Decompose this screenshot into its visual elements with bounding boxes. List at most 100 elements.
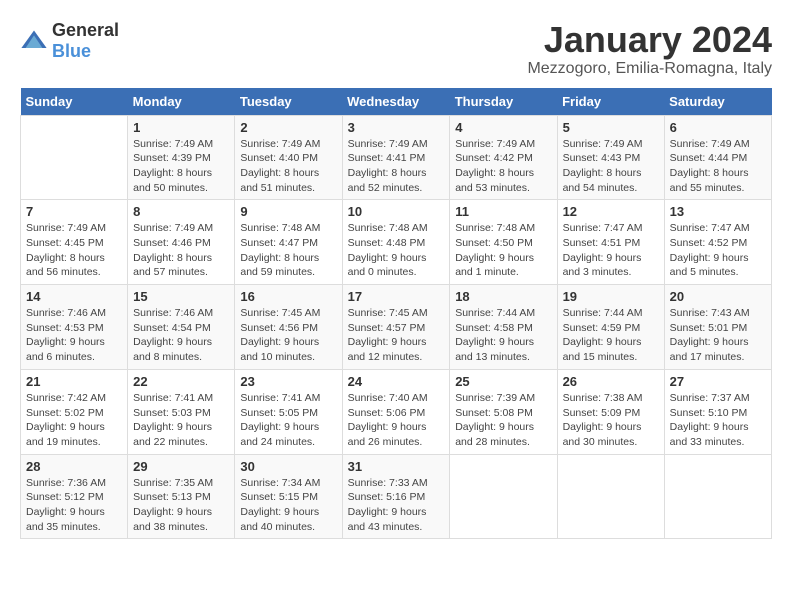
day-number: 5 [563,120,659,135]
day-info: Sunrise: 7:49 AMSunset: 4:42 PMDaylight:… [455,137,551,196]
day-cell: 12 Sunrise: 7:47 AMSunset: 4:51 PMDayligh… [557,200,664,285]
day-info: Sunrise: 7:41 AMSunset: 5:03 PMDaylight:… [133,391,229,450]
day-number: 27 [670,374,766,389]
day-info: Sunrise: 7:49 AMSunset: 4:40 PMDaylight:… [240,137,336,196]
day-info: Sunrise: 7:43 AMSunset: 5:01 PMDaylight:… [670,306,766,365]
day-number: 12 [563,204,659,219]
day-number: 17 [348,289,445,304]
day-info: Sunrise: 7:34 AMSunset: 5:15 PMDaylight:… [240,476,336,535]
day-cell: 13 Sunrise: 7:47 AMSunset: 4:52 PMDayligh… [664,200,771,285]
day-cell: 22 Sunrise: 7:41 AMSunset: 5:03 PMDayligh… [128,369,235,454]
day-cell: 2 Sunrise: 7:49 AMSunset: 4:40 PMDaylight… [235,115,342,200]
day-cell: 4 Sunrise: 7:49 AMSunset: 4:42 PMDaylight… [450,115,557,200]
day-cell: 15Sunrise: 7:46 AMSunset: 4:54 PMDayligh… [128,285,235,370]
day-info: Sunrise: 7:49 AMSunset: 4:45 PMDaylight:… [26,221,122,280]
day-cell: 8 Sunrise: 7:49 AMSunset: 4:46 PMDaylight… [128,200,235,285]
col-header-monday: Monday [128,88,235,116]
day-cell: 23 Sunrise: 7:41 AMSunset: 5:05 PMDayligh… [235,369,342,454]
day-cell: 21 Sunrise: 7:42 AMSunset: 5:02 PMDayligh… [21,369,128,454]
day-cell [557,454,664,539]
day-number: 20 [670,289,766,304]
day-number: 2 [240,120,336,135]
day-number: 6 [670,120,766,135]
day-number: 28 [26,459,122,474]
day-cell: 18Sunrise: 7:44 AMSunset: 4:58 PMDayligh… [450,285,557,370]
day-number: 26 [563,374,659,389]
day-cell [664,454,771,539]
day-info: Sunrise: 7:37 AMSunset: 5:10 PMDaylight:… [670,391,766,450]
day-cell: 5 Sunrise: 7:49 AMSunset: 4:43 PMDaylight… [557,115,664,200]
col-header-friday: Friday [557,88,664,116]
col-header-wednesday: Wednesday [342,88,450,116]
week-row-1: 1Sunrise: 7:49 AMSunset: 4:39 PMDaylight… [21,115,772,200]
day-cell: 6Sunrise: 7:49 AMSunset: 4:44 PMDaylight… [664,115,771,200]
logo: General Blue [20,20,119,62]
day-info: Sunrise: 7:44 AMSunset: 4:59 PMDaylight:… [563,306,659,365]
day-cell [21,115,128,200]
day-number: 19 [563,289,659,304]
day-info: Sunrise: 7:44 AMSunset: 4:58 PMDaylight:… [455,306,551,365]
week-row-4: 21 Sunrise: 7:42 AMSunset: 5:02 PMDayligh… [21,369,772,454]
day-number: 13 [670,204,766,219]
logo-blue-text: Blue [52,41,91,61]
day-cell: 11Sunrise: 7:48 AMSunset: 4:50 PMDayligh… [450,200,557,285]
day-number: 25 [455,374,551,389]
col-header-sunday: Sunday [21,88,128,116]
day-number: 22 [133,374,229,389]
day-cell: 29 Sunrise: 7:35 AMSunset: 5:13 PMDayligh… [128,454,235,539]
day-info: Sunrise: 7:33 AMSunset: 5:16 PMDaylight:… [348,476,445,535]
day-cell: 1Sunrise: 7:49 AMSunset: 4:39 PMDaylight… [128,115,235,200]
month-title: January 2024 [527,20,772,60]
col-header-saturday: Saturday [664,88,771,116]
col-header-tuesday: Tuesday [235,88,342,116]
day-info: Sunrise: 7:47 AMSunset: 4:51 PMDaylight:… [563,221,659,280]
day-info: Sunrise: 7:40 AMSunset: 5:06 PMDaylight:… [348,391,445,450]
day-info: Sunrise: 7:48 AMSunset: 4:48 PMDaylight:… [348,221,445,280]
day-info: Sunrise: 7:49 AMSunset: 4:39 PMDaylight:… [133,137,229,196]
day-info: Sunrise: 7:47 AMSunset: 4:52 PMDaylight:… [670,221,766,280]
calendar-table: SundayMondayTuesdayWednesdayThursdayFrid… [20,88,772,540]
day-info: Sunrise: 7:36 AMSunset: 5:12 PMDaylight:… [26,476,122,535]
day-number: 29 [133,459,229,474]
day-info: Sunrise: 7:39 AMSunset: 5:08 PMDaylight:… [455,391,551,450]
day-cell: 31 Sunrise: 7:33 AMSunset: 5:16 PMDayligh… [342,454,450,539]
day-cell: 10Sunrise: 7:48 AMSunset: 4:48 PMDayligh… [342,200,450,285]
day-number: 11 [455,204,551,219]
day-cell: 16Sunrise: 7:45 AMSunset: 4:56 PMDayligh… [235,285,342,370]
header-row: SundayMondayTuesdayWednesdayThursdayFrid… [21,88,772,116]
day-number: 9 [240,204,336,219]
logo-icon [20,27,48,55]
day-number: 21 [26,374,122,389]
day-number: 8 [133,204,229,219]
day-cell: 24 Sunrise: 7:40 AMSunset: 5:06 PMDayligh… [342,369,450,454]
day-cell: 7Sunrise: 7:49 AMSunset: 4:45 PMDaylight… [21,200,128,285]
week-row-5: 28 Sunrise: 7:36 AMSunset: 5:12 PMDayligh… [21,454,772,539]
week-row-2: 7Sunrise: 7:49 AMSunset: 4:45 PMDaylight… [21,200,772,285]
day-info: Sunrise: 7:41 AMSunset: 5:05 PMDaylight:… [240,391,336,450]
day-info: Sunrise: 7:45 AMSunset: 4:57 PMDaylight:… [348,306,445,365]
day-info: Sunrise: 7:38 AMSunset: 5:09 PMDaylight:… [563,391,659,450]
day-cell: 25 Sunrise: 7:39 AMSunset: 5:08 PMDayligh… [450,369,557,454]
day-number: 23 [240,374,336,389]
day-info: Sunrise: 7:42 AMSunset: 5:02 PMDaylight:… [26,391,122,450]
day-cell: 28 Sunrise: 7:36 AMSunset: 5:12 PMDayligh… [21,454,128,539]
day-info: Sunrise: 7:49 AMSunset: 4:46 PMDaylight:… [133,221,229,280]
day-info: Sunrise: 7:49 AMSunset: 4:43 PMDaylight:… [563,137,659,196]
day-number: 31 [348,459,445,474]
title-area: January 2024 Mezzogoro, Emilia-Romagna, … [527,20,772,78]
day-cell: 27 Sunrise: 7:37 AMSunset: 5:10 PMDayligh… [664,369,771,454]
day-cell: 17 Sunrise: 7:45 AMSunset: 4:57 PMDayligh… [342,285,450,370]
week-row-3: 14Sunrise: 7:46 AMSunset: 4:53 PMDayligh… [21,285,772,370]
day-number: 24 [348,374,445,389]
day-info: Sunrise: 7:35 AMSunset: 5:13 PMDaylight:… [133,476,229,535]
day-number: 14 [26,289,122,304]
day-number: 15 [133,289,229,304]
location-title: Mezzogoro, Emilia-Romagna, Italy [527,60,772,78]
day-cell: 19 Sunrise: 7:44 AMSunset: 4:59 PMDayligh… [557,285,664,370]
day-number: 4 [455,120,551,135]
day-info: Sunrise: 7:48 AMSunset: 4:47 PMDaylight:… [240,221,336,280]
day-info: Sunrise: 7:49 AMSunset: 4:41 PMDaylight:… [348,137,445,196]
day-cell: 20 Sunrise: 7:43 AMSunset: 5:01 PMDayligh… [664,285,771,370]
day-cell: 9 Sunrise: 7:48 AMSunset: 4:47 PMDaylight… [235,200,342,285]
day-number: 30 [240,459,336,474]
